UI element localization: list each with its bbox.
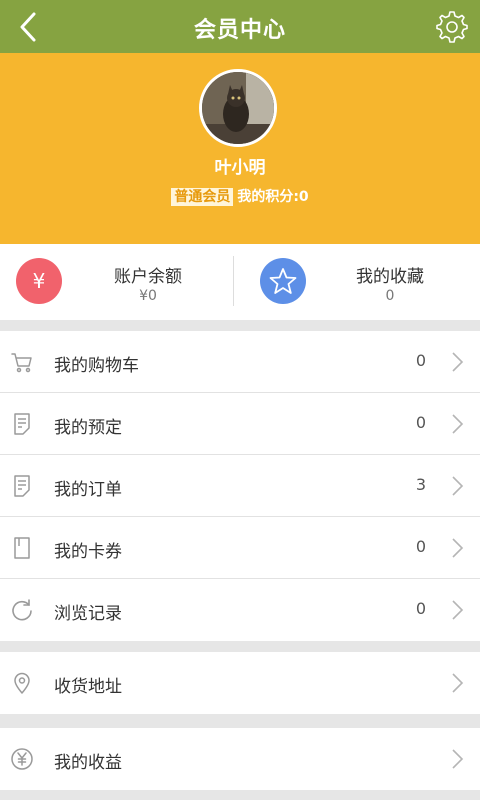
- list-item-history[interactable]: 浏览记录 0: [0, 579, 480, 641]
- list-item-label: 我的卡券: [54, 542, 122, 562]
- top-bar: 会员中心: [0, 0, 480, 53]
- list-item-reservation[interactable]: 我的预定 0: [0, 393, 480, 455]
- star-icon: [260, 258, 306, 304]
- points-text[interactable]: 我的积分:0: [237, 189, 308, 205]
- list-item-label: 我的预定: [54, 418, 122, 438]
- member-level-badge: 普通会员: [171, 188, 234, 206]
- list-item-label: 我的收益: [54, 753, 122, 773]
- chevron-right-icon: [452, 673, 464, 693]
- list-item-cart[interactable]: 我的购物车 0: [0, 331, 480, 393]
- list-item-label: 我的购物车: [54, 356, 139, 376]
- username: 叶小明: [214, 158, 266, 178]
- yen-circle-icon: [11, 748, 33, 770]
- list-item-label: 收货地址: [54, 677, 122, 697]
- chevron-right-icon: [452, 749, 464, 769]
- address-block: 收货地址: [0, 652, 480, 714]
- gear-icon[interactable]: [434, 9, 468, 43]
- account-stats: ¥ 账户余额 ¥0 我的收藏 0: [0, 244, 480, 320]
- list-item-label: 浏览记录: [54, 604, 122, 624]
- list-item-orders[interactable]: 我的订单 3: [0, 455, 480, 517]
- divider: [233, 256, 234, 306]
- list-item-count: 3: [415, 475, 426, 494]
- card-icon: [14, 537, 30, 559]
- chevron-right-icon: [452, 352, 464, 372]
- refresh-icon: [12, 599, 32, 621]
- list-item-address[interactable]: 收货地址: [0, 652, 480, 714]
- page-title: 会员中心: [193, 18, 286, 43]
- profile-header: 叶小明 普通会员 我的积分:0: [0, 53, 480, 244]
- document-icon: [14, 475, 30, 497]
- favorites-value: 0: [385, 288, 395, 304]
- cart-icon: [11, 353, 32, 373]
- list-item-count: 0: [415, 351, 426, 370]
- list-item-count: 0: [415, 599, 426, 618]
- list-item-label: 我的订单: [54, 480, 122, 500]
- list-item-earnings[interactable]: 我的收益: [0, 728, 480, 790]
- location-icon: [14, 672, 30, 694]
- earnings-block: 我的收益: [0, 728, 480, 790]
- balance-value: ¥0: [139, 288, 157, 304]
- chevron-right-icon: [452, 538, 464, 558]
- avatar[interactable]: [199, 69, 277, 147]
- list-item-coupons[interactable]: 我的卡券 0: [0, 517, 480, 579]
- list-item-count: 0: [415, 537, 426, 556]
- chevron-right-icon: [452, 476, 464, 496]
- balance-label: 账户余额: [114, 267, 182, 287]
- document-icon: [14, 413, 30, 435]
- menu-list: 我的购物车 0 我的预定 0 我的订单 3 我的卡券 0 浏览记录 0: [0, 331, 480, 641]
- chevron-right-icon: [452, 414, 464, 434]
- list-item-count: 0: [415, 413, 426, 432]
- favorites-label: 我的收藏: [356, 267, 424, 287]
- chevron-right-icon: [452, 600, 464, 620]
- yen-icon: ¥: [16, 258, 62, 304]
- member-info: 普通会员 我的积分:0: [0, 186, 480, 206]
